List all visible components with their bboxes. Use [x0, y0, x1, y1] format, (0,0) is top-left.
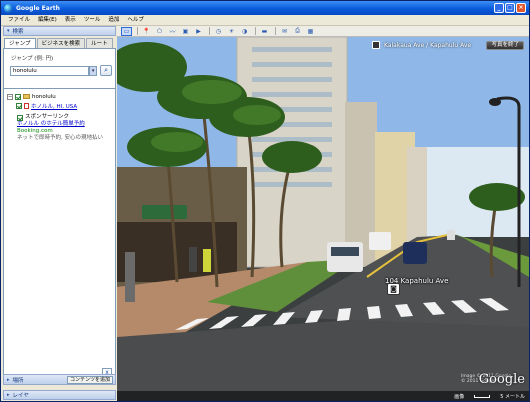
- google-logo: Google: [478, 372, 525, 387]
- google-earth-window: Google Earth _ □ × ファイル 編集(E) 表示 ツール 追加 …: [0, 0, 530, 402]
- placemark-tool-icon[interactable]: 📍: [141, 27, 152, 36]
- layers-label: レイヤ: [12, 393, 29, 399]
- search-tabs: ジャンプ ビジネスを検索 ルート: [3, 38, 116, 48]
- maps-icon[interactable]: ▦: [305, 27, 316, 36]
- google-earth-icon: [4, 3, 13, 13]
- toolbar-separator: [255, 27, 256, 35]
- sponsored-title-link[interactable]: ホノルル のホテル簡単予約: [17, 121, 112, 128]
- sun-icon[interactable]: ☀: [226, 27, 237, 36]
- path-tool-icon[interactable]: 〰: [167, 27, 178, 36]
- add-content-button[interactable]: コンテンツを追加: [66, 375, 113, 384]
- menu-edit[interactable]: 編集(E): [34, 15, 61, 26]
- ruler-icon[interactable]: ▬: [259, 27, 270, 36]
- result-link[interactable]: ホノルル, HI, USA: [31, 102, 77, 110]
- exit-photo-button[interactable]: 写真を終了: [486, 41, 524, 50]
- menu-help[interactable]: ヘルプ: [123, 15, 148, 26]
- scale-bar-icon: [474, 394, 491, 398]
- search-header-label: 検索: [12, 29, 24, 35]
- collapse-icon: ▾: [7, 28, 10, 34]
- street-address-bar: Kalakaua Ave / Kapahulu Ave: [372, 41, 471, 49]
- sponsored-checkbox[interactable]: [17, 114, 23, 121]
- street-address: Kalakaua Ave / Kapahulu Ave: [384, 41, 472, 49]
- street-view-viewport[interactable]: Kalakaua Ave / Kapahulu Ave 写真を終了 104 Ka…: [117, 37, 529, 401]
- folder-icon: [23, 94, 30, 99]
- maximize-button[interactable]: □: [505, 3, 515, 13]
- street-view-icon: [372, 41, 380, 49]
- polygon-tool-icon[interactable]: ⬠: [154, 27, 165, 36]
- search-icon: ⌕: [104, 66, 109, 74]
- history-dropdown-icon[interactable]: ▾: [89, 65, 98, 76]
- minimize-button[interactable]: _: [494, 3, 504, 13]
- close-button[interactable]: ×: [516, 3, 526, 13]
- toolbar-separator: [137, 27, 138, 35]
- sidebar-toggle-icon[interactable]: ▭: [121, 26, 132, 36]
- window-controls: _ □ ×: [494, 3, 526, 13]
- tab-fly-to[interactable]: ジャンプ: [4, 38, 36, 48]
- tab-find-business[interactable]: ビジネスを検索: [36, 38, 86, 48]
- search-field-label: ジャンプ (例: 円): [11, 56, 54, 62]
- menu-bar: ファイル 編集(E) 表示 ツール 追加 ヘルプ: [1, 15, 529, 26]
- sponsored-header-row: スポンサーリンク: [17, 114, 112, 121]
- email-icon[interactable]: ✉: [279, 27, 290, 36]
- collapse-toggle-icon[interactable]: −: [7, 93, 13, 100]
- result-item-row[interactable]: ホノルル, HI, USA: [7, 101, 112, 110]
- expand-icon: ▸: [7, 376, 10, 383]
- search-row: ▾ ⌕: [10, 65, 112, 76]
- history-icon[interactable]: ◷: [213, 27, 224, 36]
- toolbar-separator: [209, 27, 210, 35]
- search-panel-header[interactable]: ▾ 検索: [3, 26, 116, 36]
- tab-directions[interactable]: ルート: [86, 38, 113, 48]
- sponsored-url[interactable]: Booking.com: [17, 128, 112, 135]
- title-bar: Google Earth _ □ ×: [1, 1, 529, 15]
- status-scale: 5 メートル: [500, 393, 525, 400]
- planet-icon[interactable]: ◑: [239, 27, 250, 36]
- result-folder-label: honolulu: [32, 93, 56, 100]
- places-panel-header[interactable]: ▸ 場所 コンテンツを追加: [3, 374, 116, 385]
- menu-tools[interactable]: ツール: [80, 15, 105, 26]
- status-bar: 画像 5 メートル: [117, 391, 529, 401]
- street-view-image: [117, 37, 529, 401]
- window-title: Google Earth: [16, 4, 60, 12]
- status-imagery-label: 画像: [454, 393, 465, 400]
- search-results: − honolulu ホノルル, HI, USA スポンサーリンク ホノルル の…: [3, 88, 116, 381]
- placemark-icon: [24, 102, 29, 109]
- overlay-tool-icon[interactable]: ▣: [180, 27, 191, 36]
- expand-icon: ▸: [7, 392, 10, 398]
- toolbar-separator: [275, 27, 276, 35]
- result-checkbox[interactable]: [16, 102, 22, 109]
- places-label: 場所: [12, 377, 24, 384]
- left-panel: ▾ 検索 ジャンプ ビジネスを検索 ルート ジャンプ (例: 円) ▾ ⌕ − …: [3, 26, 116, 401]
- sponsored-heading: スポンサーリンク: [25, 114, 70, 120]
- sponsored-links: スポンサーリンク ホノルル のホテル簡単予約 Booking.com ネットで即…: [17, 114, 112, 142]
- camera-marker-icon[interactable]: ◙: [387, 283, 400, 295]
- tour-tool-icon[interactable]: ▶: [193, 27, 204, 36]
- menu-add[interactable]: 追加: [104, 15, 123, 26]
- print-icon[interactable]: ⎙: [292, 27, 303, 36]
- menu-file[interactable]: ファイル: [4, 15, 34, 26]
- search-input[interactable]: [10, 65, 90, 76]
- result-folder-row[interactable]: − honolulu: [7, 92, 112, 101]
- sponsored-text: ネットで即時予約, 安心の現地払い: [17, 135, 103, 141]
- toolbar: ▭ 📍 ⬠ 〰 ▣ ▶ ◷ ☀ ◑ ▬ ✉ ⎙ ▦: [117, 26, 529, 37]
- folder-checkbox[interactable]: [15, 93, 21, 100]
- layers-panel-header[interactable]: ▸ レイヤ: [3, 390, 116, 400]
- search-button[interactable]: ⌕: [100, 65, 112, 76]
- menu-view[interactable]: 表示: [61, 15, 80, 26]
